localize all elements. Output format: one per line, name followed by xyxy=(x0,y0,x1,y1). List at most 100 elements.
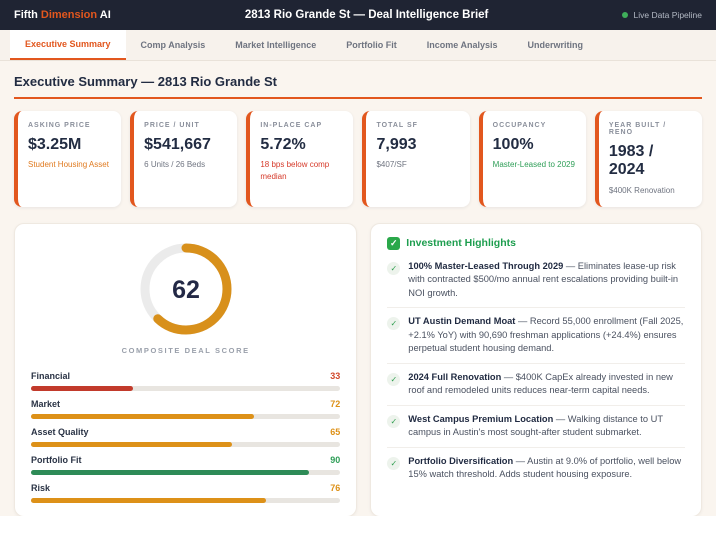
bar-value: 90 xyxy=(330,454,341,465)
bar-fill xyxy=(31,385,134,391)
kpi-subtext: $400K Renovation xyxy=(608,185,675,195)
bar-header: Portfolio Fit 90 xyxy=(31,455,340,465)
highlight-item: ✓ 2024 Full Renovation — $400K CapEx alre… xyxy=(387,362,685,405)
investment-highlights-panel: ✓ Investment Highlights ✓ 100% Master-Lea… xyxy=(370,222,702,516)
bar-label: Financial xyxy=(31,370,71,381)
score-bars-list: Financial 33 Market 72 Asset Quality 65 Portfo… xyxy=(31,371,341,503)
kpi-card-occupancy: OCCUPANCY 100% Master-Leased to 2029 xyxy=(478,111,586,207)
kpi-card-asking-price: ASKING PRICE $3.25M Student Housing Asset xyxy=(14,111,122,207)
top-bar: Fifth Dimension AI 2813 Rio Grande St — … xyxy=(0,0,716,30)
tab-executive-summary[interactable]: Executive Summary xyxy=(10,30,126,60)
kpi-subtext: Student Housing Asset xyxy=(28,160,109,170)
bar-fill xyxy=(31,441,233,447)
brand-dimension: Dimension xyxy=(40,9,98,21)
kpi-value: $3.25M xyxy=(28,136,82,153)
highlight-text: West Campus Premium Location — Walking d… xyxy=(408,413,663,438)
app-window: Fifth Dimension AI 2813 Rio Grande St — … xyxy=(0,0,716,516)
kpi-value: $541,667 xyxy=(144,136,211,153)
highlights-list: ✓ 100% Master-Leased Through 2029 — Elimi… xyxy=(387,253,685,489)
score-value: 62 xyxy=(172,276,200,304)
bar-label: Risk xyxy=(31,482,51,493)
bar-header: Financial 33 xyxy=(31,371,340,381)
score-bar-asset-quality: Asset Quality 65 xyxy=(31,427,341,447)
brand-logo: Fifth Dimension AI xyxy=(14,9,111,21)
highlight-item: ✓ Portfolio Diversification — Austin at 9… xyxy=(387,446,685,489)
check-icon: ✓ xyxy=(387,456,401,470)
kpi-subtext: $407/SF xyxy=(376,160,407,170)
live-status-label: Live Data Pipeline xyxy=(633,10,702,20)
tab-underwriting[interactable]: Underwriting xyxy=(512,30,598,60)
score-caption: COMPOSITE DEAL SCORE xyxy=(121,345,250,355)
kpi-value: 5.72% xyxy=(260,136,306,153)
highlight-title: 2024 Full Renovation xyxy=(408,371,502,382)
kpi-value: 1983 / 2024 xyxy=(608,143,654,179)
tab-market-intelligence[interactable]: Market Intelligence xyxy=(220,30,331,60)
bar-label: Portfolio Fit xyxy=(31,454,82,465)
page-title: Executive Summary — 2813 Rio Grande St xyxy=(14,74,702,99)
tab-portfolio-fit[interactable]: Portfolio Fit xyxy=(331,30,412,60)
highlight-text: UT Austin Demand Moat — Record 55,000 en… xyxy=(408,316,684,354)
tab-income-analysis[interactable]: Income Analysis xyxy=(412,30,513,60)
score-bar-risk: Risk 76 xyxy=(31,483,341,503)
kpi-label: YEAR BUILT / RENO xyxy=(608,122,667,136)
bar-header: Risk 76 xyxy=(31,483,340,493)
kpi-card-year-built-reno: YEAR BUILT / RENO 1983 / 2024 $400K Renova… xyxy=(594,111,702,207)
bar-track xyxy=(31,497,341,503)
content-panels: 62 COMPOSITE DEAL SCORE Financial 33 Marke… xyxy=(14,222,702,516)
kpi-label: OCCUPANCY xyxy=(492,122,547,129)
tab-bar: Executive Summary Comp Analysis Market Int… xyxy=(0,30,716,61)
kpi-subtext: 18 bps below comp median xyxy=(260,160,330,181)
kpi-label: PRICE / UNIT xyxy=(144,122,200,129)
kpi-card-price-unit: PRICE / UNIT $541,667 6 Units / 26 Beds xyxy=(130,111,238,207)
bar-track xyxy=(31,441,341,447)
live-status-dot-icon xyxy=(622,12,629,18)
kpi-value: 7,993 xyxy=(376,136,417,153)
highlight-text: 100% Master-Leased Through 2029 — Elimin… xyxy=(408,260,679,298)
check-icon: ✓ xyxy=(387,414,401,428)
kpi-subtext: 6 Units / 26 Beds xyxy=(144,160,206,170)
bar-fill xyxy=(31,469,310,475)
check-icon: ✓ xyxy=(387,261,401,275)
composite-score-gauge: 62 COMPOSITE DEAL SCORE xyxy=(31,237,340,363)
kpi-label: TOTAL SF xyxy=(376,122,418,129)
kpi-label: ASKING PRICE xyxy=(28,122,91,129)
highlight-title: West Campus Premium Location xyxy=(408,413,554,424)
check-badge-icon: ✓ xyxy=(387,236,401,250)
highlight-title: UT Austin Demand Moat xyxy=(408,316,516,327)
score-donut-chart: 62 xyxy=(140,243,232,335)
bar-label: Asset Quality xyxy=(31,426,89,437)
highlight-text: Portfolio Diversification — Austin at 9.… xyxy=(408,455,682,480)
bar-header: Market 72 xyxy=(31,399,340,409)
kpi-subtext: Master-Leased to 2029 xyxy=(492,160,575,170)
tab-comp-analysis[interactable]: Comp Analysis xyxy=(126,30,221,60)
score-bar-portfolio-fit: Portfolio Fit 90 xyxy=(31,455,341,475)
check-icon: ✓ xyxy=(387,372,401,386)
deal-score-panel: 62 COMPOSITE DEAL SCORE Financial 33 Marke… xyxy=(14,222,358,516)
bar-track xyxy=(31,385,341,391)
highlights-header: ✓ Investment Highlights xyxy=(387,236,685,250)
check-icon: ✓ xyxy=(387,317,401,331)
live-data-status: Live Data Pipeline xyxy=(622,10,702,20)
bar-value: 33 xyxy=(330,370,341,381)
highlights-title: Investment Highlights xyxy=(406,237,516,250)
bar-track xyxy=(31,413,341,419)
bar-track xyxy=(31,469,341,475)
highlight-title: 100% Master-Leased Through 2029 xyxy=(408,260,564,271)
highlight-text: 2024 Full Renovation — $400K CapEx alrea… xyxy=(408,371,673,396)
highlight-item: ✓ West Campus Premium Location — Walking … xyxy=(387,404,685,447)
bar-label: Market xyxy=(31,398,61,409)
bar-fill xyxy=(31,413,254,419)
highlight-title: Portfolio Diversification xyxy=(408,455,514,466)
bar-value: 76 xyxy=(330,482,341,493)
bar-fill xyxy=(31,497,267,503)
kpi-card-row: ASKING PRICE $3.25M Student Housing Asset P… xyxy=(14,111,702,207)
bar-value: 72 xyxy=(330,398,341,409)
bar-header: Asset Quality 65 xyxy=(31,427,340,437)
kpi-label: IN-PLACE CAP xyxy=(260,122,323,129)
highlight-item: ✓ UT Austin Demand Moat — Record 55,000 e… xyxy=(387,307,685,362)
bar-value: 65 xyxy=(330,426,341,437)
kpi-card-in-place-cap: IN-PLACE CAP 5.72% 18 bps below comp media… xyxy=(246,111,354,207)
kpi-card-total-sf: TOTAL SF 7,993 $407/SF xyxy=(362,111,470,207)
brand-ai: AI xyxy=(99,9,111,21)
kpi-value: 100% xyxy=(492,136,534,153)
